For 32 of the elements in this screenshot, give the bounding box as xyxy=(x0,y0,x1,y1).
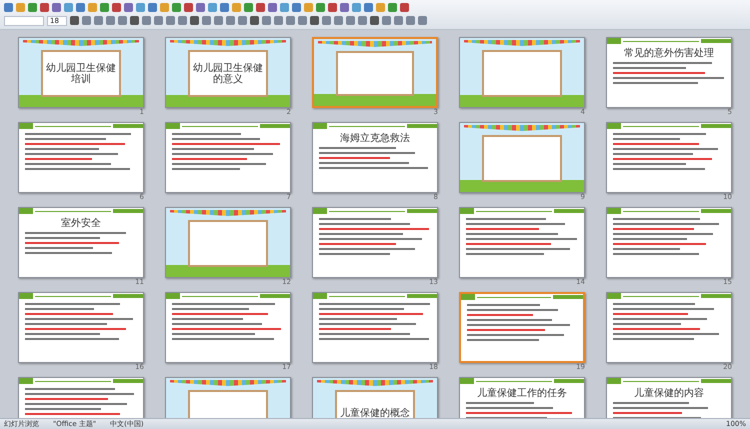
slide-thumbnail[interactable] xyxy=(606,122,732,193)
slide-thumbnail[interactable]: 海姆立克急救法 xyxy=(312,122,438,193)
slide-thumbnail[interactable] xyxy=(312,292,438,363)
slide-thumbnail[interactable]: 室外安全 xyxy=(18,207,144,278)
slide-title: 幼儿园卫生保健的意义 xyxy=(192,62,264,84)
slide-title: 幼儿园卫生保健培训 xyxy=(45,62,117,84)
slide-thumbnail[interactable] xyxy=(606,292,732,363)
slide-thumbnail[interactable]: 常见的意外伤害处理 xyxy=(606,37,732,108)
slide-thumbnail[interactable] xyxy=(312,207,438,278)
slide-thumbnail[interactable] xyxy=(459,122,585,193)
slide-thumbnail[interactable] xyxy=(18,292,144,363)
slide-thumbnail[interactable] xyxy=(18,122,144,193)
slide-thumbnail[interactable] xyxy=(165,292,291,363)
slide-thumbnail[interactable] xyxy=(165,207,291,278)
slide-thumbnail[interactable]: 儿童保健的概念 xyxy=(312,377,438,418)
slide-thumbnail[interactable] xyxy=(459,292,585,363)
slide-thumbnail[interactable] xyxy=(312,37,438,108)
slide-title: 儿童保健工作的任务 xyxy=(476,388,568,399)
slide-thumbnail[interactable]: 儿童保健的内容 xyxy=(606,377,732,418)
slide-title: 常见的意外伤害处理 xyxy=(623,48,715,59)
slide-thumbnail[interactable] xyxy=(165,122,291,193)
slide-thumbnail[interactable]: 儿童保健工作的任务 xyxy=(459,377,585,418)
slide-thumbnail[interactable]: 幼儿园卫生保健培训 xyxy=(18,37,144,108)
slide-thumbnail[interactable]: 幼儿园卫生保健的意义 xyxy=(165,37,291,108)
font-name-field[interactable] xyxy=(4,16,44,26)
slide-title: 儿童保健的概念 xyxy=(339,408,411,418)
slide-title: 儿童保健的内容 xyxy=(633,388,705,399)
slide-thumbnail[interactable] xyxy=(459,37,585,108)
slide-title: 海姆立克急救法 xyxy=(339,133,411,144)
slide-title: 室外安全 xyxy=(60,218,102,229)
slide-thumbnail[interactable] xyxy=(606,207,732,278)
slide-thumbnail[interactable] xyxy=(459,207,585,278)
